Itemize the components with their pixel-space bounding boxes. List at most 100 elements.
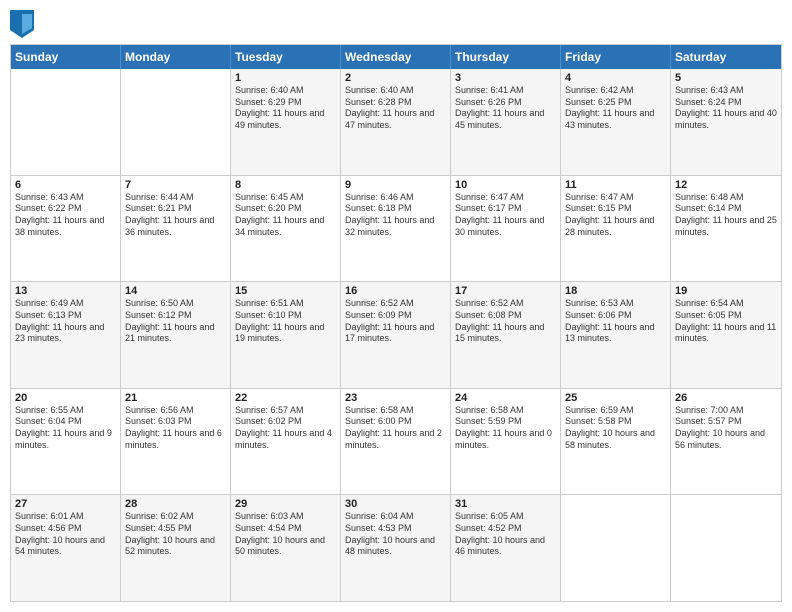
day-number: 30	[345, 498, 446, 510]
cell-info: Sunrise: 6:42 AM Sunset: 6:25 PM Dayligh…	[565, 85, 666, 132]
calendar-cell: 31Sunrise: 6:05 AM Sunset: 4:52 PM Dayli…	[451, 495, 561, 601]
calendar-cell: 11Sunrise: 6:47 AM Sunset: 6:15 PM Dayli…	[561, 176, 671, 282]
cell-info: Sunrise: 6:43 AM Sunset: 6:22 PM Dayligh…	[15, 192, 116, 239]
cell-info: Sunrise: 6:50 AM Sunset: 6:12 PM Dayligh…	[125, 298, 226, 345]
day-number: 15	[235, 285, 336, 297]
day-number: 23	[345, 392, 446, 404]
page: SundayMondayTuesdayWednesdayThursdayFrid…	[0, 0, 792, 612]
day-of-week-header: Wednesday	[341, 45, 451, 69]
day-number: 21	[125, 392, 226, 404]
calendar-row: 13Sunrise: 6:49 AM Sunset: 6:13 PM Dayli…	[11, 281, 781, 388]
calendar-cell: 19Sunrise: 6:54 AM Sunset: 6:05 PM Dayli…	[671, 282, 781, 388]
cell-info: Sunrise: 6:51 AM Sunset: 6:10 PM Dayligh…	[235, 298, 336, 345]
day-number: 25	[565, 392, 666, 404]
day-of-week-header: Monday	[121, 45, 231, 69]
cell-info: Sunrise: 6:04 AM Sunset: 4:53 PM Dayligh…	[345, 511, 446, 558]
calendar-cell: 13Sunrise: 6:49 AM Sunset: 6:13 PM Dayli…	[11, 282, 121, 388]
day-of-week-header: Friday	[561, 45, 671, 69]
calendar-cell	[121, 69, 231, 175]
cell-info: Sunrise: 6:58 AM Sunset: 5:59 PM Dayligh…	[455, 405, 556, 452]
cell-info: Sunrise: 6:43 AM Sunset: 6:24 PM Dayligh…	[675, 85, 777, 132]
cell-info: Sunrise: 6:47 AM Sunset: 6:17 PM Dayligh…	[455, 192, 556, 239]
calendar-row: 1Sunrise: 6:40 AM Sunset: 6:29 PM Daylig…	[11, 69, 781, 175]
cell-info: Sunrise: 6:41 AM Sunset: 6:26 PM Dayligh…	[455, 85, 556, 132]
calendar-cell: 26Sunrise: 7:00 AM Sunset: 5:57 PM Dayli…	[671, 389, 781, 495]
calendar-cell: 23Sunrise: 6:58 AM Sunset: 6:00 PM Dayli…	[341, 389, 451, 495]
day-number: 12	[675, 179, 777, 191]
calendar-cell: 29Sunrise: 6:03 AM Sunset: 4:54 PM Dayli…	[231, 495, 341, 601]
calendar-cell: 15Sunrise: 6:51 AM Sunset: 6:10 PM Dayli…	[231, 282, 341, 388]
cell-info: Sunrise: 6:40 AM Sunset: 6:28 PM Dayligh…	[345, 85, 446, 132]
calendar-cell: 10Sunrise: 6:47 AM Sunset: 6:17 PM Dayli…	[451, 176, 561, 282]
cell-info: Sunrise: 6:52 AM Sunset: 6:09 PM Dayligh…	[345, 298, 446, 345]
calendar-cell: 14Sunrise: 6:50 AM Sunset: 6:12 PM Dayli…	[121, 282, 231, 388]
day-number: 17	[455, 285, 556, 297]
calendar-cell: 30Sunrise: 6:04 AM Sunset: 4:53 PM Dayli…	[341, 495, 451, 601]
calendar-body: 1Sunrise: 6:40 AM Sunset: 6:29 PM Daylig…	[11, 69, 781, 601]
cell-info: Sunrise: 6:45 AM Sunset: 6:20 PM Dayligh…	[235, 192, 336, 239]
day-number: 9	[345, 179, 446, 191]
day-number: 5	[675, 72, 777, 84]
calendar-cell	[671, 495, 781, 601]
day-number: 10	[455, 179, 556, 191]
cell-info: Sunrise: 7:00 AM Sunset: 5:57 PM Dayligh…	[675, 405, 777, 452]
calendar-cell: 22Sunrise: 6:57 AM Sunset: 6:02 PM Dayli…	[231, 389, 341, 495]
calendar-cell: 27Sunrise: 6:01 AM Sunset: 4:56 PM Dayli…	[11, 495, 121, 601]
cell-info: Sunrise: 6:48 AM Sunset: 6:14 PM Dayligh…	[675, 192, 777, 239]
cell-info: Sunrise: 6:56 AM Sunset: 6:03 PM Dayligh…	[125, 405, 226, 452]
day-of-week-header: Tuesday	[231, 45, 341, 69]
day-number: 6	[15, 179, 116, 191]
cell-info: Sunrise: 6:58 AM Sunset: 6:00 PM Dayligh…	[345, 405, 446, 452]
calendar-cell: 16Sunrise: 6:52 AM Sunset: 6:09 PM Dayli…	[341, 282, 451, 388]
day-number: 19	[675, 285, 777, 297]
day-of-week-header: Saturday	[671, 45, 781, 69]
cell-info: Sunrise: 6:57 AM Sunset: 6:02 PM Dayligh…	[235, 405, 336, 452]
day-number: 11	[565, 179, 666, 191]
calendar-row: 27Sunrise: 6:01 AM Sunset: 4:56 PM Dayli…	[11, 494, 781, 601]
calendar-cell: 21Sunrise: 6:56 AM Sunset: 6:03 PM Dayli…	[121, 389, 231, 495]
cell-info: Sunrise: 6:47 AM Sunset: 6:15 PM Dayligh…	[565, 192, 666, 239]
day-number: 16	[345, 285, 446, 297]
calendar-cell: 17Sunrise: 6:52 AM Sunset: 6:08 PM Dayli…	[451, 282, 561, 388]
calendar-cell: 9Sunrise: 6:46 AM Sunset: 6:18 PM Daylig…	[341, 176, 451, 282]
day-number: 24	[455, 392, 556, 404]
cell-info: Sunrise: 6:53 AM Sunset: 6:06 PM Dayligh…	[565, 298, 666, 345]
cell-info: Sunrise: 6:49 AM Sunset: 6:13 PM Dayligh…	[15, 298, 116, 345]
calendar: SundayMondayTuesdayWednesdayThursdayFrid…	[10, 44, 782, 602]
header	[10, 10, 782, 38]
cell-info: Sunrise: 6:44 AM Sunset: 6:21 PM Dayligh…	[125, 192, 226, 239]
day-number: 26	[675, 392, 777, 404]
calendar-cell: 2Sunrise: 6:40 AM Sunset: 6:28 PM Daylig…	[341, 69, 451, 175]
calendar-cell: 5Sunrise: 6:43 AM Sunset: 6:24 PM Daylig…	[671, 69, 781, 175]
cell-info: Sunrise: 6:05 AM Sunset: 4:52 PM Dayligh…	[455, 511, 556, 558]
calendar-cell: 18Sunrise: 6:53 AM Sunset: 6:06 PM Dayli…	[561, 282, 671, 388]
calendar-cell: 7Sunrise: 6:44 AM Sunset: 6:21 PM Daylig…	[121, 176, 231, 282]
day-number: 13	[15, 285, 116, 297]
calendar-cell	[11, 69, 121, 175]
day-number: 1	[235, 72, 336, 84]
day-number: 20	[15, 392, 116, 404]
calendar-cell: 20Sunrise: 6:55 AM Sunset: 6:04 PM Dayli…	[11, 389, 121, 495]
day-number: 3	[455, 72, 556, 84]
cell-info: Sunrise: 6:01 AM Sunset: 4:56 PM Dayligh…	[15, 511, 116, 558]
logo-icon	[10, 10, 34, 38]
day-number: 8	[235, 179, 336, 191]
calendar-cell: 3Sunrise: 6:41 AM Sunset: 6:26 PM Daylig…	[451, 69, 561, 175]
calendar-cell: 12Sunrise: 6:48 AM Sunset: 6:14 PM Dayli…	[671, 176, 781, 282]
day-number: 4	[565, 72, 666, 84]
cell-info: Sunrise: 6:55 AM Sunset: 6:04 PM Dayligh…	[15, 405, 116, 452]
calendar-header: SundayMondayTuesdayWednesdayThursdayFrid…	[11, 45, 781, 69]
day-number: 29	[235, 498, 336, 510]
cell-info: Sunrise: 6:40 AM Sunset: 6:29 PM Dayligh…	[235, 85, 336, 132]
cell-info: Sunrise: 6:52 AM Sunset: 6:08 PM Dayligh…	[455, 298, 556, 345]
day-number: 7	[125, 179, 226, 191]
day-of-week-header: Thursday	[451, 45, 561, 69]
cell-info: Sunrise: 6:54 AM Sunset: 6:05 PM Dayligh…	[675, 298, 777, 345]
calendar-row: 6Sunrise: 6:43 AM Sunset: 6:22 PM Daylig…	[11, 175, 781, 282]
calendar-row: 20Sunrise: 6:55 AM Sunset: 6:04 PM Dayli…	[11, 388, 781, 495]
calendar-cell: 6Sunrise: 6:43 AM Sunset: 6:22 PM Daylig…	[11, 176, 121, 282]
day-number: 22	[235, 392, 336, 404]
day-number: 2	[345, 72, 446, 84]
logo	[10, 10, 38, 38]
day-number: 18	[565, 285, 666, 297]
